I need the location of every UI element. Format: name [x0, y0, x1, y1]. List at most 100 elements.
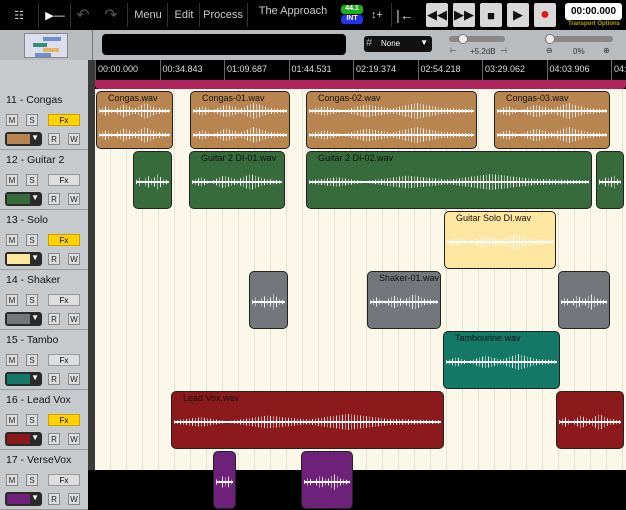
audio-clip[interactable]: [556, 391, 624, 449]
snap-dropdown[interactable]: # None ▼: [364, 36, 432, 52]
zoom-in-icon[interactable]: ⊕: [603, 46, 610, 55]
edit-button[interactable]: Edit: [170, 3, 198, 27]
solo-button[interactable]: S: [26, 414, 38, 426]
fx-button[interactable]: Fx: [48, 354, 80, 366]
chevron-down-icon: ▼: [420, 38, 428, 47]
mute-button[interactable]: M: [6, 414, 18, 426]
read-automation-button[interactable]: R: [48, 433, 60, 445]
fx-button[interactable]: Fx: [48, 414, 80, 426]
write-automation-button[interactable]: W: [68, 253, 80, 265]
top-toolbar: ☷ ▶— ↶ ↷ Menu Edit Process The Approach …: [0, 0, 626, 30]
redo-icon[interactable]: ↷: [100, 3, 122, 27]
audio-clip[interactable]: Lead Vox.wav: [171, 391, 444, 449]
audio-clip[interactable]: Congas-01.wav: [190, 91, 290, 149]
track-color-picker[interactable]: ▼: [5, 132, 42, 146]
mute-button[interactable]: M: [6, 354, 18, 366]
fx-button[interactable]: Fx: [48, 474, 80, 486]
audio-clip[interactable]: [596, 151, 624, 209]
audio-clip[interactable]: [301, 451, 353, 509]
zoom-out-icon[interactable]: ⊖: [546, 46, 553, 55]
track-header: 17 - VerseVox M S Fx ▼ R W: [0, 450, 88, 510]
read-automation-button[interactable]: R: [48, 313, 60, 325]
solo-button[interactable]: S: [26, 294, 38, 306]
add-track-icon[interactable]: ↕+: [367, 3, 387, 27]
audio-clip[interactable]: Guitar 2 DI-02.wav: [306, 151, 592, 209]
fast-forward-button[interactable]: ▶▶: [453, 3, 475, 27]
track-color-picker[interactable]: ▼: [5, 252, 42, 266]
rewind-button[interactable]: ◀◀: [426, 3, 448, 27]
track-color-picker[interactable]: ▼: [5, 312, 42, 326]
audio-clip[interactable]: Shaker-01.wav: [367, 271, 441, 329]
time-display[interactable]: 00:00.000: [565, 3, 622, 20]
write-automation-button[interactable]: W: [68, 313, 80, 325]
track-name: 16 - Lead Vox: [6, 394, 71, 406]
audio-clip[interactable]: [558, 271, 610, 329]
read-automation-button[interactable]: R: [48, 193, 60, 205]
mixer-icon[interactable]: ☷: [6, 3, 32, 27]
write-automation-button[interactable]: W: [68, 493, 80, 505]
mute-button[interactable]: M: [6, 294, 18, 306]
undo-icon[interactable]: ↶: [72, 3, 94, 27]
transport-options-link[interactable]: Transport Options: [563, 21, 625, 27]
zoom-slider-handle[interactable]: [545, 34, 555, 44]
play-button[interactable]: ▶: [507, 3, 529, 27]
track-header: 12 - Guitar 2 M S Fx ▼ R W: [0, 150, 88, 210]
process-button[interactable]: Process: [201, 3, 245, 27]
clock-source-badge[interactable]: INT: [341, 15, 363, 24]
ruler-tick-label: 04:03.906: [546, 60, 590, 80]
clip-label: Congas-01.wav: [202, 93, 265, 103]
audio-clip[interactable]: Guitar Solo DI.wav: [444, 211, 556, 269]
snap-value: None: [381, 39, 401, 48]
write-automation-button[interactable]: W: [68, 133, 80, 145]
ruler-tick-label: 01:44.531: [288, 60, 332, 80]
track-color-picker[interactable]: ▼: [5, 432, 42, 446]
record-button[interactable]: ●: [534, 3, 556, 27]
read-automation-button[interactable]: R: [48, 493, 60, 505]
mute-button[interactable]: M: [6, 474, 18, 486]
read-automation-button[interactable]: R: [48, 373, 60, 385]
fx-button[interactable]: Fx: [48, 114, 80, 126]
loop-region-bar[interactable]: [95, 80, 626, 89]
audio-clip[interactable]: Guitar 2 DI-01.wav: [189, 151, 285, 209]
read-automation-button[interactable]: R: [48, 253, 60, 265]
solo-button[interactable]: S: [26, 474, 38, 486]
zoom-slider[interactable]: [545, 34, 613, 44]
fx-button[interactable]: Fx: [48, 234, 80, 246]
audio-clip[interactable]: [249, 271, 288, 329]
solo-button[interactable]: S: [26, 354, 38, 366]
track-color-picker[interactable]: ▼: [5, 492, 42, 506]
audio-clip[interactable]: Tambourine.wav: [443, 331, 560, 389]
return-to-start-icon[interactable]: |←: [393, 3, 417, 27]
solo-button[interactable]: S: [26, 174, 38, 186]
audio-clip[interactable]: Congas.wav: [96, 91, 173, 149]
track-color-picker[interactable]: ▼: [5, 192, 42, 206]
track-header: 16 - Lead Vox M S Fx ▼ R W: [0, 390, 88, 450]
audio-clip[interactable]: [213, 451, 236, 509]
timeline-ruler[interactable]: 00:00.000 00:34.843 01:09.687 01:44.531 02:1…: [92, 60, 626, 80]
mute-button[interactable]: M: [6, 234, 18, 246]
track-overview-icon[interactable]: [24, 33, 68, 58]
clip-label: Guitar 2 DI-02.wav: [318, 153, 394, 163]
fx-button[interactable]: Fx: [48, 174, 80, 186]
ruler-tick-label: 02:19.374: [353, 60, 396, 80]
write-automation-button[interactable]: W: [68, 433, 80, 445]
mute-button[interactable]: M: [6, 174, 18, 186]
read-automation-button[interactable]: R: [48, 133, 60, 145]
fx-button[interactable]: Fx: [48, 294, 80, 306]
sample-rate-badge[interactable]: 44.1: [341, 5, 363, 14]
volume-slider[interactable]: [449, 34, 505, 44]
volume-slider-handle[interactable]: [458, 34, 469, 44]
audio-clip[interactable]: Congas-02.wav: [306, 91, 477, 149]
track-color-picker[interactable]: ▼: [5, 372, 42, 386]
waveform-edit-icon[interactable]: ▶—: [42, 3, 68, 27]
write-automation-button[interactable]: W: [68, 373, 80, 385]
solo-button[interactable]: S: [26, 234, 38, 246]
stop-button[interactable]: ■: [480, 3, 502, 27]
audio-clip[interactable]: Congas-03.wav: [494, 91, 610, 149]
header-divider[interactable]: [88, 60, 95, 470]
menu-button[interactable]: Menu: [130, 3, 166, 27]
audio-clip[interactable]: [133, 151, 172, 209]
write-automation-button[interactable]: W: [68, 193, 80, 205]
mute-button[interactable]: M: [6, 114, 18, 126]
solo-button[interactable]: S: [26, 114, 38, 126]
